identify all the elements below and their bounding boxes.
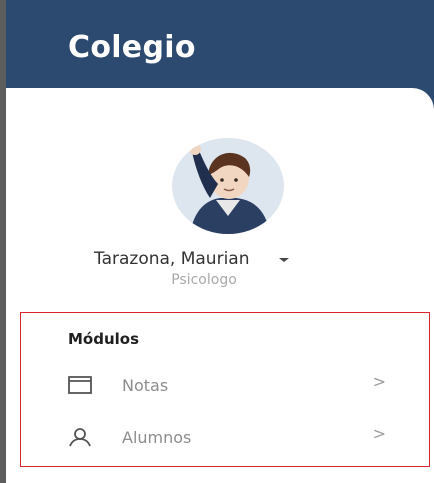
chevron-right-icon: > [372,424,386,443]
user-icon [62,423,98,451]
calendar-icon-svg [68,376,92,394]
app-frame: Colegio Tarazona, Maurian Psicologo Módu… [0,0,434,483]
menu-item-notas[interactable]: Notas > [62,368,402,402]
modules-title: Módulos [68,330,140,348]
app-title: Colegio [68,30,196,65]
user-name[interactable]: Tarazona, Maurian [94,249,249,269]
avatar[interactable] [172,138,284,234]
menu-item-notas-label: Notas [122,375,169,395]
calendar-icon [62,371,98,399]
avatar-image [180,138,276,234]
menu-item-alumnos-label: Alumnos [122,427,192,447]
user-icon-svg [69,428,91,447]
menu-item-alumnos[interactable]: Alumnos > [62,420,402,454]
user-row[interactable]: Tarazona, Maurian [94,248,295,270]
caret-down-icon[interactable] [273,248,295,270]
chevron-right-icon: > [372,372,386,391]
user-role: Psicologo [171,272,237,288]
caret-down-icon-svg [279,258,290,262]
